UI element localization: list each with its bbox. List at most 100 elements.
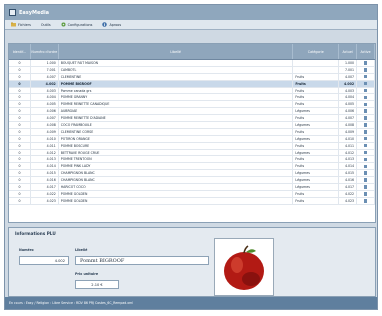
cell-active[interactable] (357, 184, 375, 190)
status-text: En cours : Easy / Religion : Libre Servi… (9, 301, 134, 305)
cell-active[interactable] (357, 80, 375, 87)
active-checkbox-icon[interactable] (363, 109, 368, 113)
cell-libelle: COCO FRAMBOUILE (59, 122, 294, 128)
table-row[interactable]: 0 4.012 BETTRAVE ROUGE CRUE Légumes 4.012 (9, 149, 375, 157)
cell-active[interactable] (357, 163, 375, 170)
active-checkbox-icon[interactable] (363, 199, 368, 203)
active-checkbox-icon[interactable] (363, 178, 368, 182)
cell-active[interactable] (357, 60, 375, 66)
active-checkbox-icon[interactable] (363, 164, 368, 169)
cell-active[interactable] (357, 149, 375, 156)
cell-active[interactable] (357, 73, 375, 80)
col-header-id[interactable]: Identif... (9, 44, 31, 59)
col-header-numero[interactable]: Numéro d'ordre (31, 44, 59, 59)
active-checkbox-icon[interactable] (363, 185, 368, 189)
cell-id: 0 (9, 115, 31, 122)
table-row[interactable]: 0 4.010 POTIRON ORANGE Légumes 4.010 (9, 135, 375, 143)
numero-field[interactable]: 4.002 (19, 256, 69, 265)
active-checkbox-icon[interactable] (363, 74, 368, 79)
cell-active[interactable] (357, 128, 375, 135)
table-row[interactable]: 0 4.014 POMME PINK LADY Fruits 4.014 (9, 163, 375, 171)
status-bar: En cours : Easy / Religion : Libre Servi… (5, 297, 377, 309)
cell-active[interactable] (357, 197, 375, 204)
cell-categorie: Fruits (293, 94, 340, 101)
active-checkbox-icon[interactable] (363, 157, 368, 162)
cell-libelle: POMME GRANNY (59, 94, 294, 101)
table-row[interactable]: 0 4.023 POMME GOLDEN Fruits 4.023 (9, 197, 375, 205)
active-checkbox-icon[interactable] (363, 192, 368, 196)
active-checkbox-icon[interactable] (363, 102, 368, 107)
table-row[interactable]: 0 4.007 CLEMENTINE Fruits 4.007 (9, 73, 375, 81)
active-checkbox-icon[interactable] (363, 61, 368, 65)
grid-body: 0 1.000 BOUQUET FAIT MAISON 1.000 0 7.001 CAMB… (9, 60, 375, 205)
table-row[interactable]: 0 7.001 CAMBOTL 7.001 (9, 66, 375, 74)
cell-actuel: 4.017 (339, 184, 358, 190)
cell-categorie: Fruits (293, 190, 340, 197)
cell-active[interactable] (357, 190, 375, 197)
cell-active[interactable] (357, 66, 375, 73)
active-checkbox-icon[interactable] (363, 123, 368, 127)
libelle-field[interactable]: Pommt BIGROOF (75, 256, 209, 265)
cell-active[interactable] (357, 87, 375, 94)
col-header-actuel[interactable]: Actuel (339, 44, 358, 59)
active-checkbox-icon[interactable] (363, 116, 368, 120)
table-row[interactable]: 0 4.006 AUBRGIAE Légumes 4.006 (9, 108, 375, 116)
plu-grid[interactable]: Identif... Numéro d'ordre Libellé Catégo… (8, 43, 376, 223)
menu-outils[interactable]: Outils (41, 23, 51, 27)
cell-id: 0 (9, 66, 31, 73)
cell-active[interactable] (357, 170, 375, 177)
cell-active[interactable] (357, 135, 375, 142)
cell-actuel: 1.000 (339, 60, 358, 66)
cell-categorie: Fruits (293, 197, 340, 204)
table-row[interactable]: 0 4.013 POMME TRENTOON Fruits 4.013 (9, 156, 375, 164)
table-row[interactable]: 0 4.004 POMME GRANNY Fruits 4.004 (9, 94, 375, 102)
table-row[interactable]: 0 4.022 POMME GOLDEN Fruits 4.022 (9, 190, 375, 198)
cell-active[interactable] (357, 142, 375, 149)
cell-active[interactable] (357, 108, 375, 115)
cell-active[interactable] (357, 156, 375, 163)
active-checkbox-icon[interactable] (363, 130, 368, 134)
prix-label: Prix unitaire (75, 272, 99, 276)
menu-apropos[interactable]: Aproos (102, 22, 121, 27)
table-row[interactable]: 0 4.005 POMME REINETTE CANADIQUE Fruits 4.00… (9, 101, 375, 109)
cell-numero: 4.013 (31, 156, 59, 163)
cell-libelle: POMME TRENTOON (59, 156, 294, 163)
active-checkbox-icon[interactable] (363, 81, 368, 86)
active-checkbox-icon[interactable] (363, 95, 368, 100)
table-row[interactable]: 0 1.000 BOUQUET FAIT MAISON 1.000 (9, 60, 375, 67)
menu-fichiers-label: Fichiers (18, 22, 31, 27)
table-row[interactable]: 0 4.008 COCO FRAMBOUILE Légumes 4.008 (9, 122, 375, 129)
cell-numero: 4.005 (31, 101, 59, 108)
cell-active[interactable] (357, 115, 375, 122)
table-row[interactable]: 0 4.003 Pomme canada grs Fruits 4.003 (9, 87, 375, 95)
table-row[interactable]: 0 4.009 CLEMENTINE CORSE Fruits 4.009 (9, 128, 375, 136)
table-row[interactable]: 0 4.015 CHAMPIGNON BLANC Légumes 4.015 (9, 170, 375, 178)
cell-libelle: POMME REINETTE CANADIQUE (59, 101, 294, 108)
cell-active[interactable] (357, 101, 375, 108)
active-checkbox-icon[interactable] (363, 68, 368, 72)
table-row[interactable]: 0 4.007 POMME REINETTE D'ADIANE Fruits 4.007 (9, 115, 375, 123)
cell-numero: 7.001 (31, 66, 59, 73)
cell-active[interactable] (357, 94, 375, 101)
table-row[interactable]: 0 4.016 CHAMPIGNON BLANC Légumes 4.016 (9, 177, 375, 185)
active-checkbox-icon[interactable] (363, 171, 368, 175)
menu-fichiers[interactable]: Fichiers (11, 22, 31, 27)
cell-libelle: Pomme canada grs (59, 87, 294, 94)
table-row[interactable]: 0 4.011 POMME BOSCURE Fruits 4.011 (9, 142, 375, 150)
cell-active[interactable] (357, 122, 375, 128)
active-checkbox-icon[interactable] (363, 143, 368, 148)
menu-configurations[interactable]: Configurations (61, 22, 92, 27)
col-header-active[interactable]: Active (357, 44, 375, 59)
prix-field[interactable]: 2.10 € (75, 280, 119, 289)
cell-actuel: 4.002 (339, 80, 358, 87)
table-row[interactable]: 0 4.002 POMME BIGROOF Fruits 4.002 (9, 80, 375, 88)
active-checkbox-icon[interactable] (363, 150, 368, 155)
col-header-categorie[interactable]: Catégorie (293, 44, 340, 59)
table-row[interactable]: 0 4.017 HARICOT COCO Légumes 4.017 (9, 184, 375, 191)
cell-numero: 4.007 (31, 73, 59, 80)
col-header-libelle[interactable]: Libellé (59, 44, 294, 59)
active-checkbox-icon[interactable] (363, 88, 368, 93)
active-checkbox-icon[interactable] (363, 136, 368, 141)
cell-active[interactable] (357, 177, 375, 184)
app-window: EasyMedia Fichiers Outils Configurations… (4, 4, 378, 310)
